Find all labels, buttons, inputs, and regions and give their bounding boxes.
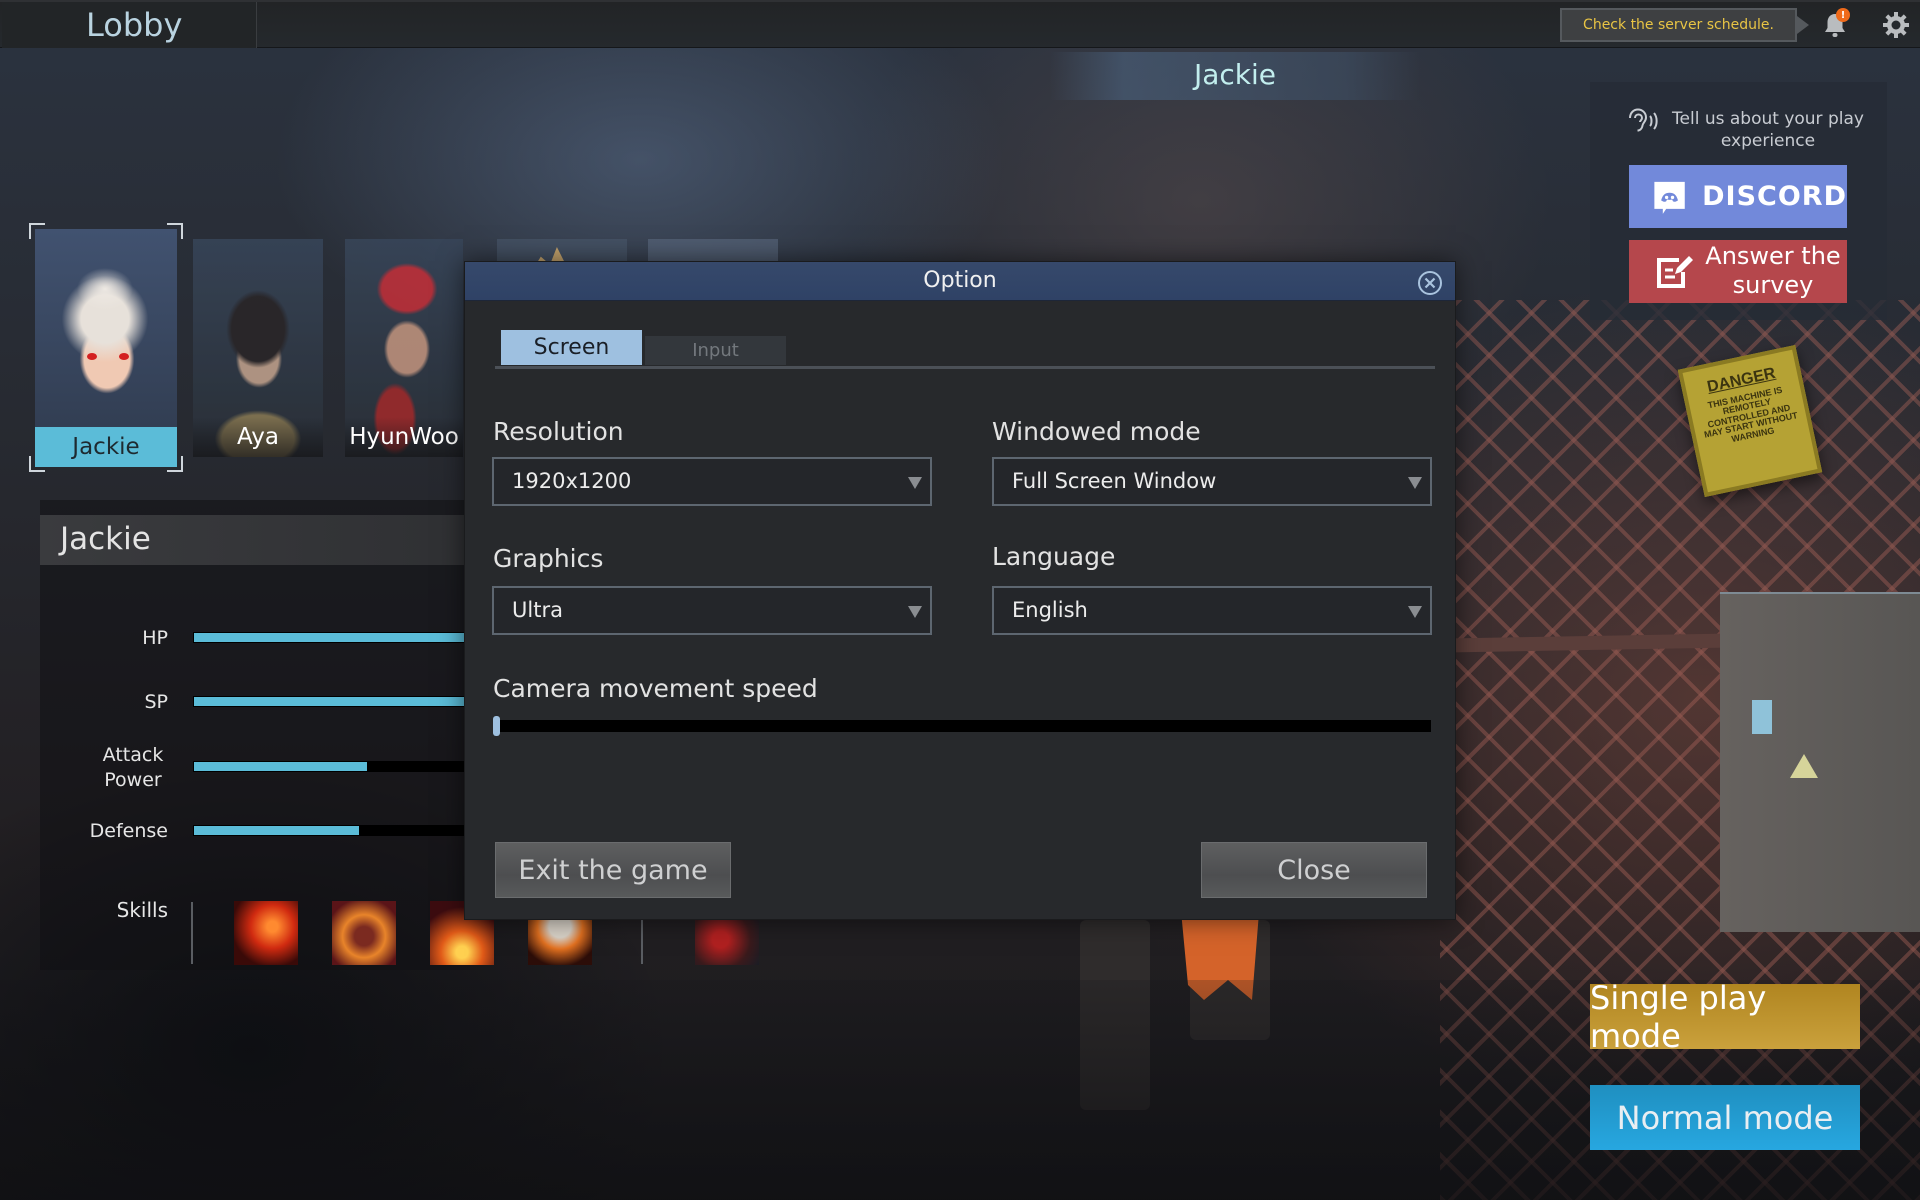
chevron-down-icon (1408, 606, 1422, 618)
stat-label-hp: HP (142, 627, 168, 649)
stats-title-bar: Jackie (40, 515, 470, 565)
survey-edit-icon (1657, 256, 1693, 288)
feedback-panel: Tell us about your play experience DISCO… (1590, 82, 1887, 320)
character-name: HyunWoo (345, 417, 463, 457)
close-button[interactable]: Close (1201, 842, 1427, 898)
gear-icon[interactable] (1881, 10, 1911, 40)
stat-bar-sp (193, 696, 470, 707)
notification-badge: ! (1836, 8, 1850, 22)
lobby-title: Lobby (86, 6, 183, 44)
survey-label: Answer the survey (1705, 242, 1841, 299)
discord-icon (1654, 181, 1685, 214)
dialog-title: Option (923, 268, 997, 293)
skill-icon-1[interactable] (234, 901, 298, 965)
feedback-message: Tell us about your play experience (1672, 109, 1864, 151)
windowed-mode-label: Windowed mode (992, 417, 1201, 446)
answer-survey-button[interactable]: Answer the survey (1629, 240, 1847, 303)
skills-label: Skills (116, 898, 168, 922)
exit-game-button[interactable]: Exit the game (495, 842, 731, 898)
stat-fill-attack-power (194, 762, 368, 771)
electrical-box (1720, 592, 1920, 932)
stat-bar-hp (193, 632, 470, 643)
stat-label-sp: SP (144, 691, 168, 713)
discord-button[interactable]: DISCORD (1629, 165, 1847, 228)
skill-icon-2[interactable] (332, 901, 396, 965)
stat-label-defense: Defense (89, 820, 168, 842)
dialog-header: Option (465, 262, 1455, 301)
resolution-dropdown[interactable]: 1920x1200 (492, 457, 932, 506)
single-play-mode-button[interactable]: Single play mode (1590, 979, 1860, 1055)
option-dialog: Option Screen Input Resolution 1920x1200… (464, 261, 1456, 920)
character-name: Aya (193, 417, 323, 457)
selected-character-banner: Jackie (1050, 52, 1420, 100)
windowed-mode-value: Full Screen Window (1012, 469, 1217, 493)
graphics-label: Graphics (493, 544, 604, 573)
normal-mode-button[interactable]: Normal mode (1590, 1085, 1860, 1150)
stat-label-attack-power: Attack Power (102, 744, 164, 791)
character-card-jackie[interactable]: Jackie (35, 229, 177, 467)
lobby-tab[interactable]: Lobby (2, 2, 257, 48)
graphics-value: Ultra (512, 598, 563, 622)
ear-listening-icon (1629, 108, 1658, 132)
close-icon[interactable] (1417, 270, 1443, 296)
resolution-label: Resolution (493, 417, 624, 446)
chevron-down-icon (908, 477, 922, 489)
language-value: English (1012, 598, 1088, 622)
skills-divider (191, 902, 193, 964)
camera-speed-label: Camera movement speed (493, 674, 818, 703)
server-schedule-notice[interactable]: Check the server schedule. (1560, 8, 1797, 42)
warning-triangle-icon (1790, 754, 1818, 778)
stat-fill-hp (194, 633, 469, 642)
character-card-hyunwoo[interactable]: HyunWoo (345, 239, 463, 457)
camera-speed-slider[interactable] (493, 716, 1431, 736)
stat-fill-sp (194, 697, 469, 706)
tab-screen[interactable]: Screen (501, 330, 642, 365)
slider-thumb[interactable] (493, 716, 500, 736)
tab-input[interactable]: Input (645, 336, 786, 365)
stat-fill-defense (194, 826, 359, 835)
chevron-down-icon (1408, 477, 1422, 489)
windowed-mode-dropdown[interactable]: Full Screen Window (992, 457, 1432, 506)
stats-character-name: Jackie (60, 521, 151, 557)
chevron-down-icon (908, 606, 922, 618)
language-dropdown[interactable]: English (992, 586, 1432, 635)
stat-bar-defense (193, 825, 470, 836)
graphics-dropdown[interactable]: Ultra (492, 586, 932, 635)
tab-divider (495, 366, 1435, 369)
stat-bar-attack-power (193, 761, 470, 772)
sticker (1752, 700, 1772, 734)
resolution-value: 1920x1200 (512, 469, 632, 493)
language-label: Language (992, 542, 1116, 571)
character-card-aya[interactable]: Aya (193, 239, 323, 457)
notice-pointer (1797, 16, 1809, 34)
discord-label: DISCORD (1702, 181, 1847, 212)
selected-character-name: Jackie (1193, 58, 1277, 91)
character-name: Jackie (35, 427, 177, 467)
